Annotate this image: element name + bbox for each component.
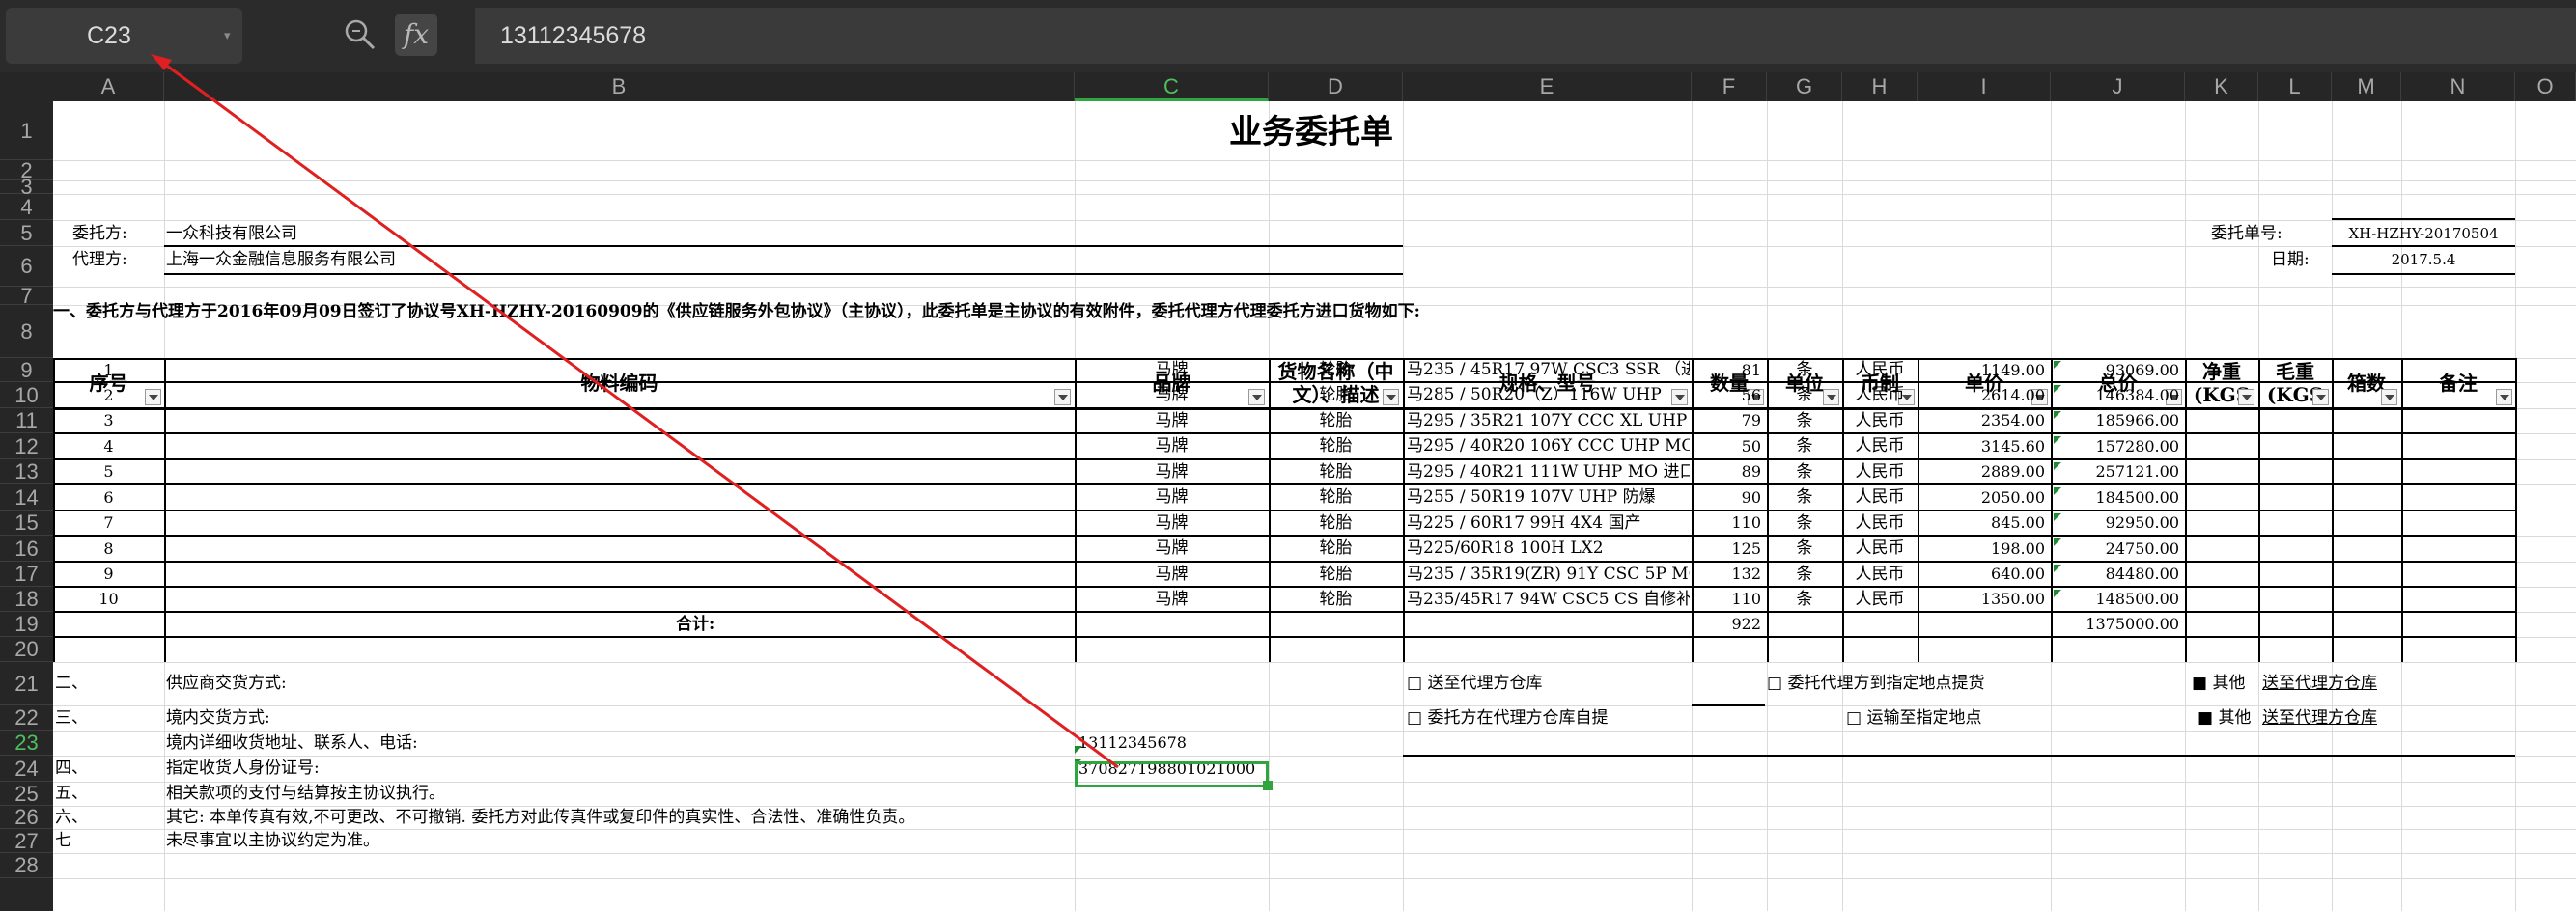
annotation-arrow xyxy=(151,54,1119,769)
